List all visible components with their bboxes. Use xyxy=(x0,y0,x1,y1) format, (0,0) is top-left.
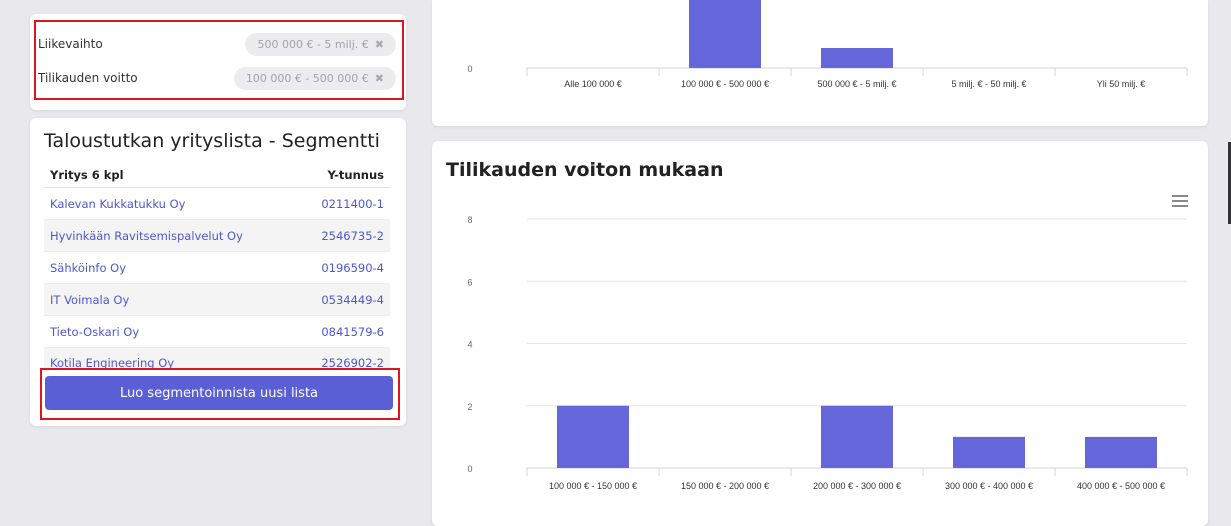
profit-chart: 0 2 4 6 8 100 000 € - 150 000 € 150 000 € - 20… xyxy=(467,215,1188,491)
bar xyxy=(689,0,761,68)
company-name-link[interactable]: Tieto-Oskari Oy xyxy=(50,325,139,339)
y-tick-label: 4 xyxy=(467,340,472,350)
highlight-box xyxy=(40,368,400,420)
company-id-link[interactable]: 0841579-6 xyxy=(321,325,384,339)
y-tick-label: 0 xyxy=(467,64,472,74)
y-tick-label: 8 xyxy=(467,215,472,225)
bar xyxy=(557,405,629,468)
x-tick-label: 500 000 € - 5 milj. € xyxy=(817,79,896,89)
x-tick-label: 150 000 € - 200 000 € xyxy=(681,481,769,491)
table-row[interactable]: IT Voimala Oy 0534449-4 xyxy=(44,284,390,316)
table-row[interactable]: Sähköinfo Oy 0196590-4 xyxy=(44,252,390,284)
list-header: Yritys 6 kpl Y-tunnus xyxy=(44,162,390,188)
x-tick-label: Alle 100 000 € xyxy=(564,79,622,89)
x-tick-label: Yli 50 milj. € xyxy=(1097,79,1146,89)
x-tick-label: 100 000 € - 150 000 € xyxy=(549,481,637,491)
company-id-link[interactable]: 0211400-1 xyxy=(321,197,384,211)
table-row[interactable]: Kotila Engineering Oy 2526902-2 xyxy=(44,348,390,370)
table-row[interactable]: Hyvinkään Ravitsemispalvelut Oy 2546735-… xyxy=(44,220,390,252)
y-tick-label: 0 xyxy=(467,464,472,474)
revenue-chart-card: 0 Alle 100 000 € 100 000 € - 500 000 € 500 … xyxy=(432,0,1208,126)
column-header-id: Y-tunnus xyxy=(327,167,384,182)
company-name-link[interactable]: Sähköinfo Oy xyxy=(50,261,126,275)
x-tick-label: 100 000 € - 500 000 € xyxy=(681,79,769,89)
profit-chart-card: Tilikauden voiton mukaan 0 2 4 6 8 100 000 € … xyxy=(432,141,1208,526)
y-tick-label: 2 xyxy=(467,402,472,412)
company-name-link[interactable]: IT Voimala Oy xyxy=(50,293,129,307)
x-tick-label: 200 000 € - 300 000 € xyxy=(813,481,901,491)
bar xyxy=(953,436,1025,468)
company-name-link[interactable]: Kalevan Kukkatukku Oy xyxy=(50,197,185,211)
bar xyxy=(821,48,893,68)
column-header-company: Yritys 6 kpl xyxy=(50,167,124,182)
highlight-box xyxy=(34,20,404,100)
x-tick-label: 300 000 € - 400 000 € xyxy=(945,481,1033,491)
company-id-link[interactable]: 2546735-2 xyxy=(321,229,384,243)
x-tick-label: 400 000 € - 500 000 € xyxy=(1077,481,1165,491)
list-title: Taloustutkan yrityslista - Segmentti xyxy=(44,130,380,152)
table-row[interactable]: Tieto-Oskari Oy 0841579-6 xyxy=(44,316,390,348)
x-tick-label: 5 milj. € - 50 milj. € xyxy=(951,79,1026,89)
bar xyxy=(821,405,893,468)
company-name-link[interactable]: Hyvinkään Ravitsemispalvelut Oy xyxy=(50,229,243,243)
bar xyxy=(1085,436,1157,468)
company-id-link[interactable]: 0534449-4 xyxy=(321,293,384,307)
chart-title: Tilikauden voiton mukaan xyxy=(446,159,724,181)
hamburger-menu-icon[interactable] xyxy=(1172,195,1188,207)
revenue-chart: 0 Alle 100 000 € 100 000 € - 500 000 € 500 … xyxy=(467,0,1188,89)
company-id-link[interactable]: 0196590-4 xyxy=(321,261,384,275)
table-row[interactable]: Kalevan Kukkatukku Oy 0211400-1 xyxy=(44,188,390,220)
y-tick-label: 6 xyxy=(467,277,472,287)
